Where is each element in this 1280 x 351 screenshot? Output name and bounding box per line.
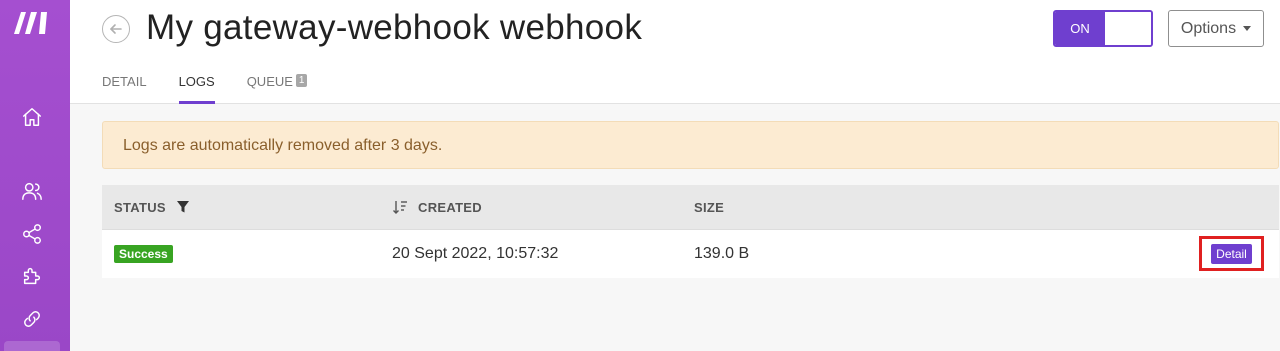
retention-alert: Logs are automatically removed after 3 d… bbox=[102, 121, 1279, 169]
created-column-header[interactable]: CREATED bbox=[418, 200, 482, 215]
detail-button[interactable]: Detail bbox=[1211, 243, 1252, 264]
status-column-header[interactable]: STATUS bbox=[114, 200, 166, 215]
sort-descending-icon[interactable] bbox=[392, 200, 408, 214]
home-icon[interactable] bbox=[19, 104, 45, 130]
puzzle-icon[interactable] bbox=[19, 263, 45, 289]
tab-logs[interactable]: LOGS bbox=[178, 74, 215, 104]
users-icon[interactable] bbox=[19, 178, 45, 204]
back-button[interactable] bbox=[102, 15, 130, 43]
status-badge: Success bbox=[114, 245, 173, 263]
page-title: My gateway-webhook webhook bbox=[146, 8, 643, 47]
on-off-toggle[interactable]: ON bbox=[1053, 10, 1153, 47]
tab-bar: DETAIL LOGS QUEUE 1 bbox=[102, 74, 308, 104]
tab-logs-label: LOGS bbox=[178, 74, 215, 89]
page-header: My gateway-webhook webhook ON Options DE… bbox=[70, 0, 1280, 104]
tab-detail-label: DETAIL bbox=[102, 74, 147, 89]
filter-icon[interactable] bbox=[176, 200, 190, 214]
share-icon[interactable] bbox=[19, 221, 45, 247]
toggle-knob bbox=[1105, 12, 1151, 45]
table-header: STATUS CREATED SIZE bbox=[102, 185, 1279, 229]
link-icon[interactable] bbox=[19, 306, 45, 332]
table-row: Success 20 Sept 2022, 10:57:32 139.0 B D… bbox=[102, 229, 1279, 278]
tab-queue-label: QUEUE bbox=[246, 74, 293, 89]
arrow-left-icon bbox=[110, 24, 122, 34]
logs-table: STATUS CREATED SIZE Success 20 Sept 2022… bbox=[102, 185, 1279, 278]
options-label: Options bbox=[1180, 19, 1237, 37]
alert-text: Logs are automatically removed after 3 d… bbox=[123, 137, 443, 154]
options-button[interactable]: Options bbox=[1168, 10, 1264, 47]
detail-highlight-box: Detail bbox=[1199, 236, 1264, 271]
tab-queue[interactable]: QUEUE 1 bbox=[247, 74, 308, 104]
sidebar-active-item[interactable] bbox=[4, 341, 60, 351]
chevron-down-icon bbox=[1243, 26, 1252, 31]
toggle-on-label: ON bbox=[1055, 12, 1105, 45]
size-column-header: SIZE bbox=[694, 199, 725, 215]
make-logo-icon[interactable] bbox=[14, 12, 52, 34]
created-timestamp: 20 Sept 2022, 10:57:32 bbox=[392, 245, 559, 262]
tab-detail[interactable]: DETAIL bbox=[102, 74, 147, 104]
queue-count-badge: 1 bbox=[295, 74, 308, 87]
log-size: 139.0 B bbox=[694, 245, 750, 262]
sidebar bbox=[0, 0, 70, 351]
